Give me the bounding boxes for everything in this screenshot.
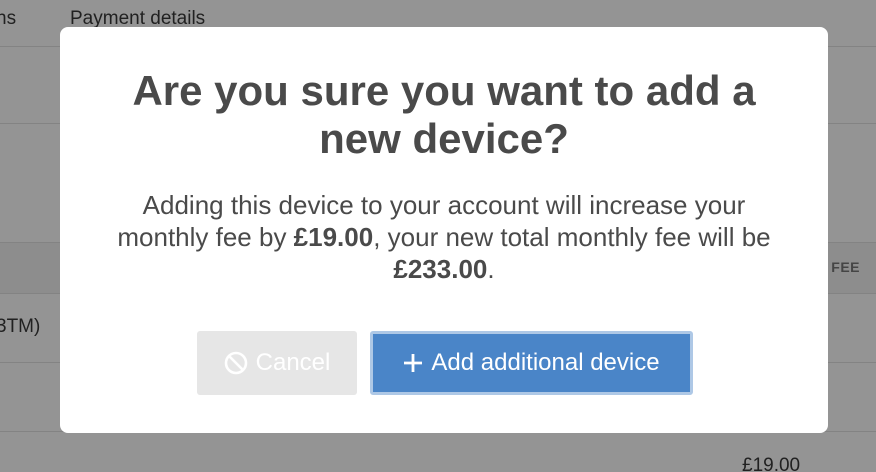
new-total-amount: £233.00 (393, 254, 488, 284)
dialog-message: Adding this device to your account will … (100, 189, 788, 285)
add-additional-device-button[interactable]: Add additional device (370, 331, 693, 395)
dialog-title: Are you sure you want to add a new devic… (132, 67, 756, 162)
add-button-label: Add additional device (431, 349, 660, 376)
fee-increase-amount: £19.00 (293, 222, 374, 252)
ban-icon (224, 351, 248, 375)
add-device-confirm-dialog: Are you sure you want to add a new devic… (60, 27, 828, 433)
message-text: , your new total monthly fee will be (373, 222, 771, 252)
message-text: . (487, 254, 495, 284)
cancel-button[interactable]: Cancel (197, 331, 357, 395)
plus-icon (403, 353, 423, 373)
cancel-button-label: Cancel (255, 349, 331, 376)
